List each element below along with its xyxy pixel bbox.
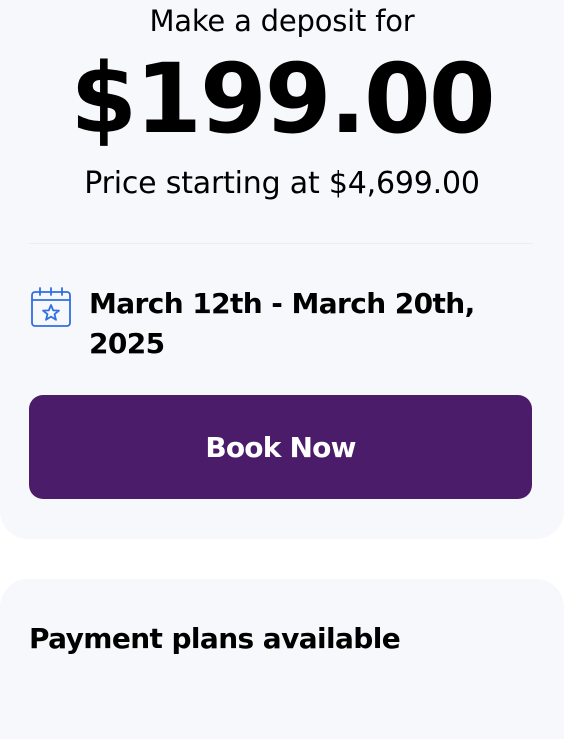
deposit-amount: $199.00 <box>70 43 495 155</box>
payment-plans-card <box>0 579 564 739</box>
payment-plans-heading: Payment plans available <box>29 622 401 655</box>
price-starting-text: Price starting at $4,699.00 <box>84 166 480 201</box>
divider <box>29 243 533 244</box>
trip-dates: March 12th - March 20th, 2025 <box>89 287 475 360</box>
deposit-label: Make a deposit for <box>149 4 415 38</box>
book-now-button[interactable]: Book Now <box>29 395 532 499</box>
calendar-star-icon <box>30 286 72 328</box>
